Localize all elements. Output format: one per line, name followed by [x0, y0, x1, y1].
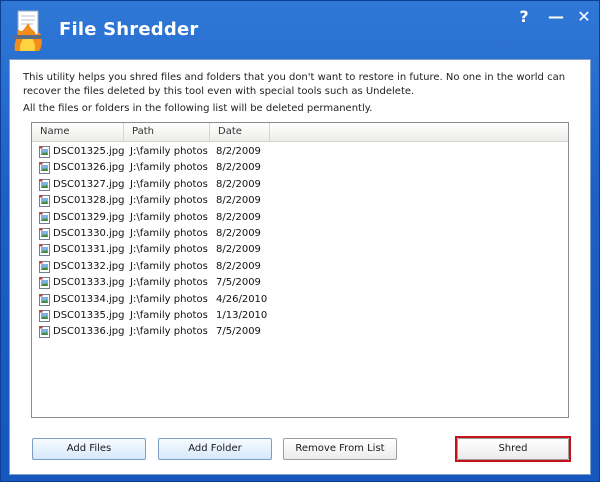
file-shredder-window: File Shredder ? — ✕ This utility helps y…	[0, 0, 600, 482]
cell-name: DSC01335.jpg	[53, 309, 125, 321]
table-row[interactable]: DSC01336.jpg J:\family photos 7/5/2009	[32, 324, 568, 340]
add-folder-button[interactable]: Add Folder	[158, 438, 272, 460]
table-row[interactable]: DSC01328.jpg J:\family photos 8/2/2009	[32, 193, 568, 209]
cell-name: DSC01328.jpg	[53, 195, 125, 207]
cell-path: J:\family photos	[130, 277, 208, 289]
image-file-icon	[39, 293, 50, 306]
table-row[interactable]: DSC01335.jpg J:\family photos 1/13/2010	[32, 308, 568, 324]
cell-date: 4/26/2010	[216, 293, 268, 305]
table-row[interactable]: DSC01331.jpg J:\family photos 8/2/2009	[32, 242, 568, 258]
image-file-icon	[39, 277, 50, 290]
cell-path: J:\family photos	[130, 227, 208, 239]
list-rows: DSC01325.jpg J:\family photos 8/2/2009 DSC0…	[32, 144, 568, 341]
table-row[interactable]: DSC01333.jpg J:\family photos 7/5/2009	[32, 275, 568, 291]
cell-path: J:\family photos	[130, 178, 208, 190]
image-file-icon	[39, 195, 50, 208]
cell-name: DSC01326.jpg	[53, 162, 125, 174]
close-button[interactable]: ✕	[573, 7, 595, 27]
table-row[interactable]: DSC01327.jpg J:\family photos 8/2/2009	[32, 177, 568, 193]
list-header: Name Path Date	[32, 123, 568, 142]
cell-path: J:\family photos	[130, 195, 208, 207]
cell-date: 8/2/2009	[216, 227, 261, 239]
cell-date: 8/2/2009	[216, 146, 261, 157]
image-file-icon	[39, 260, 50, 273]
cell-name: DSC01336.jpg	[53, 326, 125, 338]
title-bar[interactable]: File Shredder ? — ✕	[1, 1, 599, 59]
image-file-icon	[39, 309, 50, 322]
column-header-name[interactable]: Name	[32, 123, 124, 141]
cell-name: DSC01332.jpg	[53, 260, 125, 272]
cell-path: J:\family photos	[130, 244, 208, 256]
table-row[interactable]: DSC01332.jpg J:\family photos 8/2/2009	[32, 259, 568, 275]
cell-name: DSC01334.jpg	[53, 293, 125, 305]
minimize-button[interactable]: —	[545, 7, 567, 27]
remove-from-list-button[interactable]: Remove From List	[283, 438, 397, 460]
image-file-icon	[39, 227, 50, 240]
cell-name: DSC01330.jpg	[53, 227, 125, 239]
cell-path: J:\family photos	[130, 326, 208, 338]
image-file-icon	[39, 162, 50, 175]
cell-date: 8/2/2009	[216, 260, 261, 272]
cell-path: J:\family photos	[130, 146, 208, 157]
cell-date: 8/2/2009	[216, 195, 261, 207]
column-header-date[interactable]: Date	[210, 123, 270, 141]
image-file-icon	[39, 211, 50, 224]
cell-path: J:\family photos	[130, 309, 208, 321]
description-text: This utility helps you shred files and f…	[23, 72, 566, 97]
image-file-icon	[39, 178, 50, 191]
cell-date: 1/13/2010	[216, 309, 268, 321]
table-row[interactable]: DSC01334.jpg J:\family photos 4/26/2010	[32, 292, 568, 308]
cell-path: J:\family photos	[130, 211, 208, 223]
cell-name: DSC01331.jpg	[53, 244, 125, 256]
cell-date: 8/2/2009	[216, 211, 261, 223]
cell-date: 8/2/2009	[216, 244, 261, 256]
file-list[interactable]: Name Path Date DSC01325.jpg J:\family pho…	[31, 122, 569, 418]
table-row[interactable]: DSC01326.jpg J:\family photos 8/2/2009	[32, 160, 568, 176]
cell-name: DSC01327.jpg	[53, 178, 125, 190]
warning-text: All the files or folders in the followin…	[23, 103, 373, 114]
cell-date: 7/5/2009	[216, 326, 261, 338]
cell-path: J:\family photos	[130, 162, 208, 174]
cell-date: 8/2/2009	[216, 162, 261, 174]
cell-name: DSC01329.jpg	[53, 211, 125, 223]
cell-name: DSC01325.jpg	[53, 146, 125, 157]
cell-date: 7/5/2009	[216, 277, 261, 289]
add-files-button[interactable]: Add Files	[32, 438, 146, 460]
cell-path: J:\family photos	[130, 260, 208, 272]
column-header-path[interactable]: Path	[124, 123, 210, 141]
cell-name: DSC01333.jpg	[53, 277, 125, 289]
table-row[interactable]: DSC01330.jpg J:\family photos 8/2/2009	[32, 226, 568, 242]
image-file-icon	[39, 146, 50, 158]
image-file-icon	[39, 244, 50, 257]
cell-date: 8/2/2009	[216, 178, 261, 190]
cell-path: J:\family photos	[130, 293, 208, 305]
shred-highlight-box	[455, 436, 571, 462]
table-row[interactable]: DSC01329.jpg J:\family photos 8/2/2009	[32, 210, 568, 226]
window-title: File Shredder	[59, 19, 199, 40]
shredder-flame-icon	[14, 10, 42, 51]
image-file-icon	[39, 326, 50, 339]
table-row[interactable]: DSC01325.jpg J:\family photos 8/2/2009	[32, 144, 568, 160]
help-button[interactable]: ?	[513, 7, 535, 27]
